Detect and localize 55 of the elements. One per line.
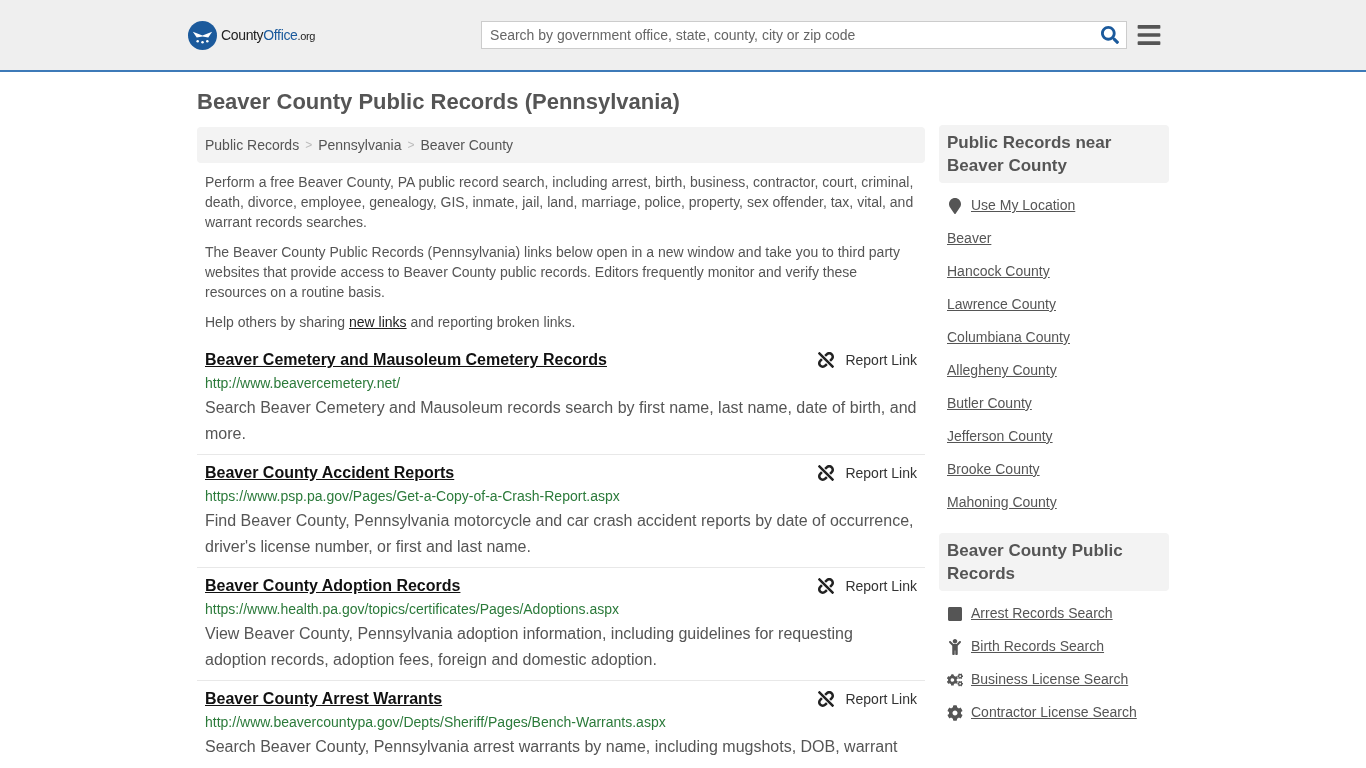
record-url: http://www.beavercemetery.net/: [205, 374, 402, 393]
sidebar-link[interactable]: Birth Records Search: [971, 636, 1105, 657]
record-title-link[interactable]: Beaver County Accident Reports: [205, 461, 455, 485]
sidebar-link[interactable]: Jefferson County: [947, 426, 1053, 447]
record-title-link[interactable]: Beaver County Arrest Warrants: [205, 687, 443, 711]
record-url: http://www.beavercountypa.gov/Depts/Sheriff/Pages/Bench-Warrants.aspx: [205, 713, 667, 732]
sidebar-link[interactable]: Contractor License Search: [971, 702, 1137, 723]
record-description: Search Beaver County, Pennsylvania arrest warrants by name, including mugshots, DOB, warrant: [205, 737, 899, 757]
report-link-button[interactable]: Report Link: [818, 349, 917, 371]
sidebar-link[interactable]: Arrest Records Search: [971, 603, 1113, 624]
sidebar-link[interactable]: Butler County: [947, 393, 1032, 414]
record-description: Search Beaver Cemetery and Mausoleum records search by first name, last name, date of birth, and more.: [205, 398, 917, 444]
sidebar-link[interactable]: Brooke County: [947, 459, 1040, 480]
sidebar-link[interactable]: Mahoning County: [947, 492, 1057, 513]
eagle-logo-icon: [188, 20, 217, 50]
sidebar-link[interactable]: Columbiana County: [947, 327, 1070, 348]
broken-link-icon: [818, 352, 835, 368]
record-description: View Beaver County, Pennsylvania adoption information, including guidelines for requesting adoption records, adoption fees, foreign and domestic adoption.: [205, 624, 854, 670]
record-title-link[interactable]: Beaver County Adoption Records: [205, 574, 461, 598]
search-field[interactable]: Search by government office, state, county, city or zip code: [481, 21, 1128, 49]
broken-link-icon: [818, 691, 835, 707]
report-link-button[interactable]: Report Link: [818, 575, 917, 597]
broken-link-icon: [818, 465, 835, 481]
breadcrumb-link[interactable]: Pennsylvania: [318, 134, 402, 156]
sidebar-link[interactable]: Allegheny County: [947, 360, 1057, 381]
intro-paragraph: Perform a free Beaver County, PA public record search, including arrest, birth, business, contractor, court, criminal, death, divorce, employee, genealogy, GIS, inmate, jail, land, marriage, police, property, sex offender, tax, vital, and warrant records searches.: [205, 173, 915, 232]
broken-link-icon: [818, 578, 835, 594]
sidebar-link[interactable]: Lawrence County: [947, 294, 1056, 315]
sidebar-link[interactable]: Business License Search: [971, 669, 1129, 690]
breadcrumb-separator: >: [305, 137, 313, 154]
gears-icon: [947, 671, 963, 688]
record-url: https://www.health.pa.gov/topics/certificates/Pages/Adoptions.aspx: [205, 600, 620, 619]
sidebar-link[interactable]: Hancock County: [947, 261, 1050, 282]
site-logo-text[interactable]: CountyOffice.org: [221, 24, 316, 46]
person-icon: [947, 638, 963, 655]
breadcrumb-separator: >: [407, 137, 415, 154]
new-links-link[interactable]: new links: [348, 314, 407, 330]
sidebar-link[interactable]: Beaver: [947, 228, 992, 249]
report-link-button[interactable]: Report Link: [818, 462, 917, 484]
intro-paragraph: The Beaver County Public Records (Pennsylvania) links below open in a new window and take you to third party websites that provide access to Beaver County public records. Editors frequently monitor and verify these resources on a routine basis.: [205, 243, 901, 302]
record-title-link[interactable]: Beaver Cemetery and Mausoleum Cemetery Records: [205, 348, 607, 372]
record-url: https://www.psp.pa.gov/Pages/Get-a-Copy-of-a-Crash-Report.aspx: [205, 487, 621, 506]
page-title: Beaver County Public Records (Pennsylvania): [197, 88, 681, 116]
search-icon[interactable]: [1101, 26, 1120, 44]
location-pin-icon: [947, 197, 963, 214]
menu-icon[interactable]: [1136, 22, 1163, 48]
sidebar-heading: Beaver County Public Records: [939, 533, 1169, 591]
breadcrumb-link[interactable]: Public Records: [205, 134, 300, 156]
breadcrumb-link[interactable]: Beaver County: [420, 134, 514, 156]
sidebar-heading: Public Records near Beaver County: [939, 125, 1169, 183]
record-description: Find Beaver County, Pennsylvania motorcycle and car crash accident reports by date of occurrence, driver's license number, or first and last name.: [205, 511, 915, 557]
help-text: Help others by sharing new links and reporting broken links.: [205, 313, 577, 332]
gear-icon: [947, 704, 963, 721]
sidebar-link[interactable]: Use My Location: [971, 195, 1076, 216]
report-link-button[interactable]: Report Link: [818, 688, 917, 710]
